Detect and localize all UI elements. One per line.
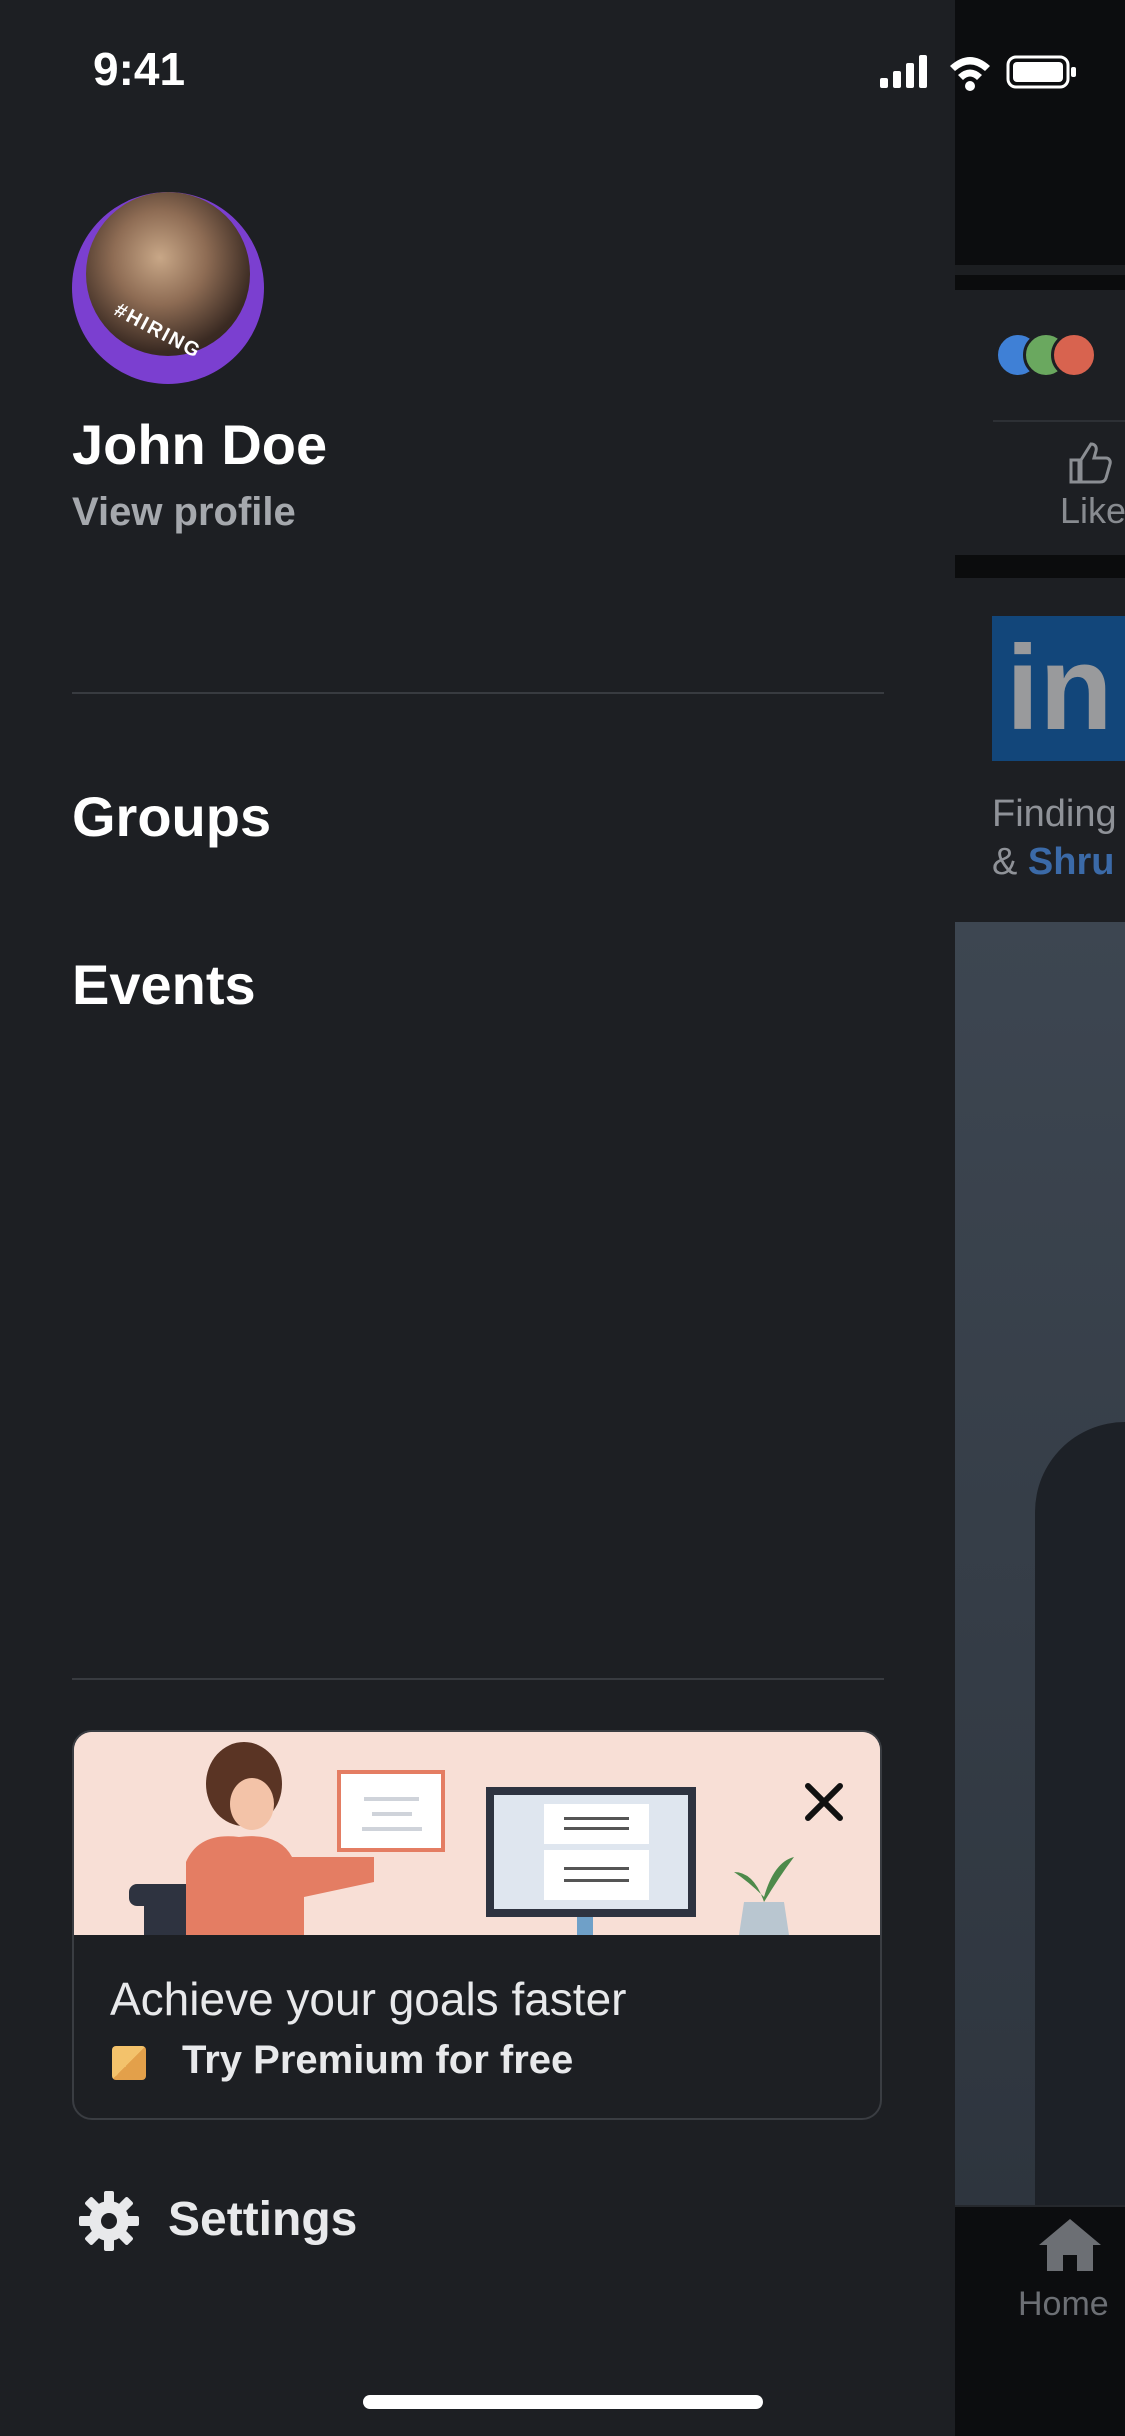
profile-name[interactable]: John Doe (72, 412, 327, 477)
premium-illustration (74, 1732, 880, 1935)
try-premium-link[interactable]: Try Premium for free (182, 2038, 573, 2083)
linkedin-logo: in (992, 616, 1125, 761)
avatar[interactable]: #HIRING (72, 192, 264, 384)
home-tab-label[interactable]: Home (1018, 2285, 1109, 2324)
wifi-icon (950, 57, 990, 91)
view-profile-link[interactable]: View profile (72, 490, 296, 535)
status-icons (880, 55, 1076, 91)
post-mention-link[interactable]: Shru (1028, 841, 1115, 883)
gear-icon[interactable] (76, 2188, 142, 2254)
feed-post: in Finding & Shru (955, 578, 1125, 923)
love-reaction-icon (1051, 332, 1097, 378)
premium-title: Achieve your goals faster (110, 1973, 627, 2025)
status-time: 9:41 (93, 43, 186, 95)
home-indicator (363, 2395, 763, 2409)
background-feed: Like in Finding & Shru (955, 0, 1125, 2436)
premium-promo-card[interactable]: Achieve your goals faster Try Premium fo… (72, 1730, 882, 2120)
post-text: Finding & Shru (992, 790, 1117, 886)
close-icon[interactable] (794, 1772, 854, 1832)
post-text-line-2: & Shru (992, 838, 1117, 886)
post-text-line-1: Finding (992, 793, 1117, 835)
reaction-icons (995, 332, 1115, 380)
battery-icon (1006, 55, 1076, 89)
feed-reactions-card: Like (955, 290, 1125, 555)
settings-label[interactable]: Settings (168, 2192, 357, 2247)
signal-icon (880, 55, 927, 88)
home-icon[interactable] (1035, 2215, 1105, 2275)
feed-post-image (955, 922, 1125, 2222)
photo-silhouette (1035, 1422, 1125, 2222)
navigation-drawer: 9:41 #HIRING John Doe View profile Group… (0, 0, 955, 2436)
like-button-label[interactable]: Like (1060, 490, 1125, 532)
menu-item-events[interactable]: Events (72, 952, 256, 1017)
thumbs-up-icon[interactable] (1065, 440, 1113, 486)
feed-divider (993, 420, 1125, 422)
divider-top (72, 692, 884, 694)
menu-item-groups[interactable]: Groups (72, 784, 271, 849)
post-text-prefix: & (992, 841, 1028, 883)
premium-icon (112, 2046, 146, 2080)
divider-bottom (72, 1678, 884, 1680)
feed-header (955, 0, 1125, 275)
